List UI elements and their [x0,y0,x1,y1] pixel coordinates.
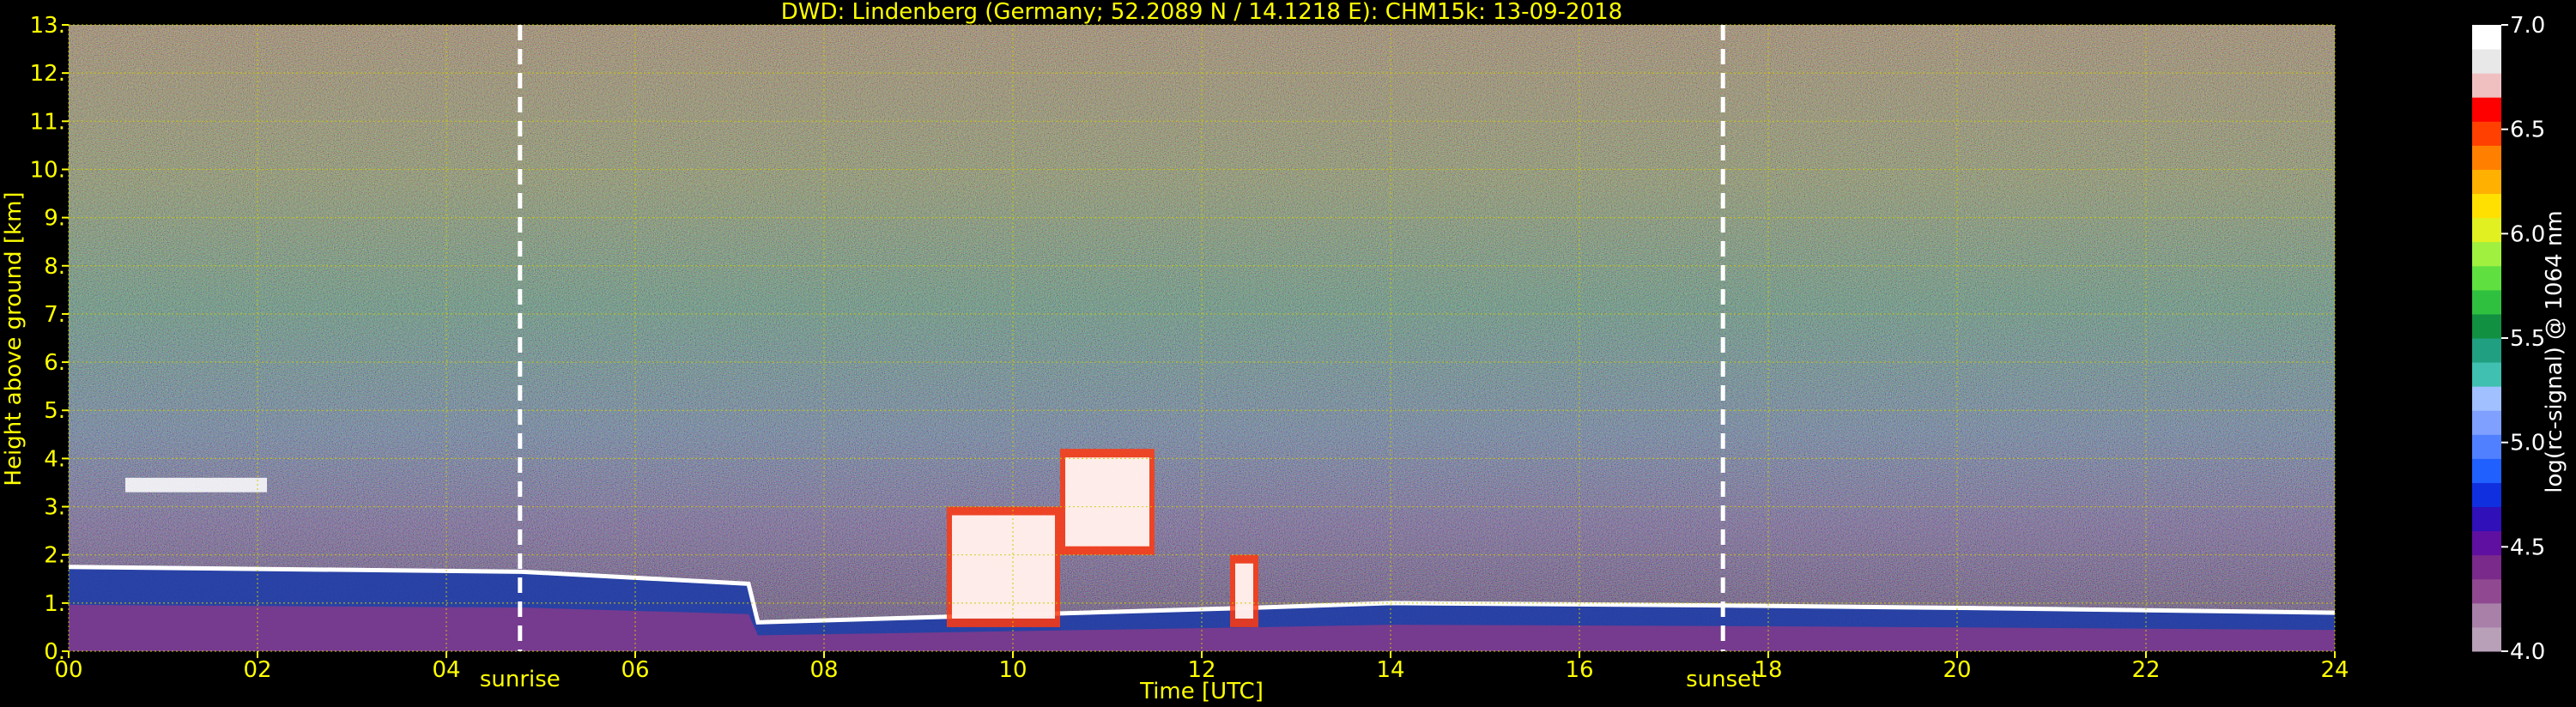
colorbar-step [2472,626,2501,652]
elevated-layer-1 [125,477,267,492]
colorbar-step [2472,434,2501,459]
colorbar-step [2472,241,2501,267]
colorbar-step [2472,362,2501,387]
colorbar-step [2472,145,2501,170]
colorbar-step [2472,338,2501,363]
y-axis: 0. 1. 2. 3. 4. 5. 6. 7. 8. 9. 10. 11. 12. 13. [30,13,69,665]
y-tick-label: 9. [44,206,65,232]
colorbar-step [2472,193,2501,219]
colorbar-tick-label: 5.5 [2510,326,2545,352]
colorbar-step [2472,217,2501,243]
y-tick-label: 3. [44,495,65,521]
colorbar-step [2472,25,2501,50]
colorbar-tick-label: 4.5 [2510,535,2545,560]
colorbar-step [2472,49,2501,74]
x-tick-label: 02 [243,657,271,683]
y-tick-label: 10. [30,157,65,183]
sunrise-label: sunrise [480,667,561,692]
y-tick-label: 8. [44,254,65,280]
y-tick-label: 1. [44,591,65,617]
colorbar-tick-label: 6.5 [2510,118,2545,143]
y-tick-label: 0. [44,639,65,665]
colorbar-step [2472,73,2501,98]
x-tick-label: 08 [809,657,838,683]
colorbar-tick-label: 6.0 [2510,221,2545,247]
colorbar-step [2472,578,2501,604]
colorbar: 4.0 4.5 5.0 5.5 6.0 6.5 7.0 [2472,13,2545,665]
colorbar-step [2472,410,2501,435]
colorbar-tick-label: 5.0 [2510,431,2545,456]
x-tick-label: 14 [1376,657,1404,683]
colorbar-step [2472,121,2501,146]
x-tick-label: 20 [1943,657,1971,683]
colorbar-step [2472,458,2501,483]
x-tick-label: 16 [1565,657,1593,683]
y-tick-label: 7. [44,302,65,328]
colorbar-step [2472,386,2501,411]
colorbar-step [2472,530,2501,556]
colorbar-step [2472,554,2501,580]
y-tick-label: 4. [44,446,65,472]
y-tick-label: 13. [30,13,65,39]
colorbar-label: log(rc-signal) @ 1064 nm [2542,210,2567,492]
x-axis-label: Time [UTC] [1139,679,1264,704]
figure: 00 02 04 06 08 10 12 14 16 18 20 22 24 0.1.2.3.4.5.6… [1,0,2567,704]
colorbar-step [2472,482,2501,508]
colorbar-step [2472,313,2501,339]
x-tick-label: 22 [2131,657,2160,683]
colorbar-step [2472,602,2501,628]
x-tick-label: 04 [432,657,460,683]
y-tick-label: 2. [44,543,65,569]
colorbar-step [2472,169,2501,195]
colorbar-tick-label: 7.0 [2510,13,2545,39]
x-tick-label: 06 [621,657,649,683]
y-tick-label: 5. [44,398,65,424]
colorbar-tick-label: 4.0 [2510,639,2545,665]
x-tick-label: 10 [998,657,1027,683]
colorbar-step [2472,506,2501,532]
chart-title: DWD: Lindenberg (Germany; 52.2089 N / 14… [781,0,1622,25]
cloud-core-2 [1065,457,1149,547]
sunset-label: sunset [1686,667,1760,692]
colorbar-step [2472,265,2501,291]
y-axis-label: Height above ground [km] [1,191,27,486]
colorbar-step [2472,97,2501,122]
y-tick-label: 11. [30,109,65,135]
y-tick-label: 12. [30,61,65,87]
cloud-core-3 [1235,563,1253,619]
x-tick-label: 24 [2320,657,2349,683]
y-tick-label: 6. [44,350,65,376]
colorbar-step [2472,289,2501,315]
